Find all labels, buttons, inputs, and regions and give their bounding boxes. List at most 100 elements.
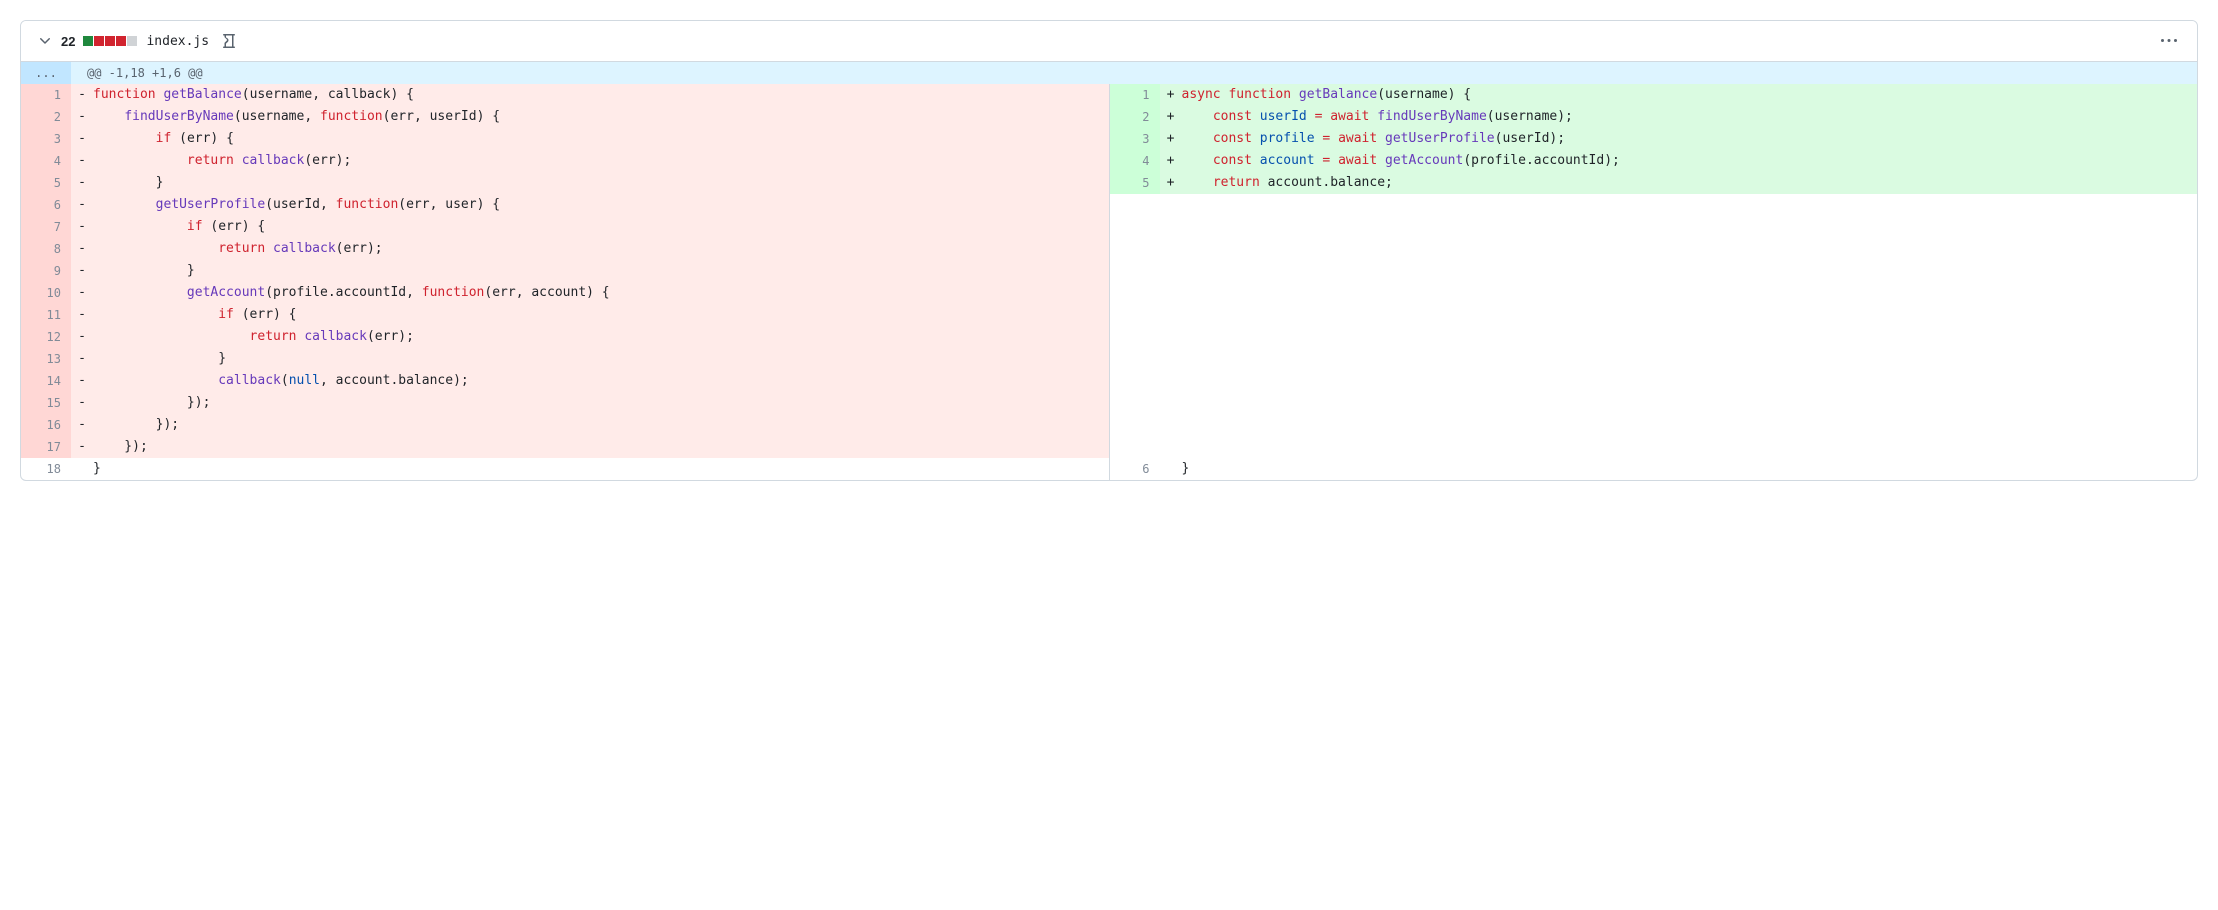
diff-marker: -	[71, 128, 93, 150]
code-content: }	[93, 348, 1109, 370]
diff-line[interactable]: 16- });	[21, 414, 1109, 436]
chevron-down-icon	[37, 33, 53, 49]
clipboard-icon	[221, 33, 237, 49]
diff-line[interactable]	[1110, 414, 2198, 436]
line-number[interactable]	[1110, 282, 1160, 304]
line-number[interactable]: 17	[21, 436, 71, 458]
diff-line[interactable]: 14- callback(null, account.balance);	[21, 370, 1109, 392]
line-number[interactable]: 18	[21, 458, 71, 480]
diff-line[interactable]	[1110, 238, 2198, 260]
diff-file-header: 22 index.js	[21, 21, 2197, 62]
diff-line[interactable]	[1110, 370, 2198, 392]
diff-marker: +	[1160, 106, 1182, 128]
line-number[interactable]: 14	[21, 370, 71, 392]
line-number[interactable]	[1110, 348, 1160, 370]
line-number[interactable]	[1110, 304, 1160, 326]
diff-line[interactable]	[1110, 194, 2198, 216]
diff-line[interactable]: 11- if (err) {	[21, 304, 1109, 326]
line-number[interactable]	[1110, 260, 1160, 282]
diff-marker: -	[71, 304, 93, 326]
diff-marker: -	[71, 326, 93, 348]
line-number[interactable]: 5	[1110, 172, 1160, 194]
line-number[interactable]	[1110, 326, 1160, 348]
diff-line[interactable]: 6 }	[1110, 458, 2198, 480]
diff-line[interactable]: 4+ const account = await getAccount(prof…	[1110, 150, 2198, 172]
diff-line[interactable]: 4- return callback(err);	[21, 150, 1109, 172]
diff-filename[interactable]: index.js	[146, 34, 209, 49]
diff-marker: -	[71, 106, 93, 128]
line-number[interactable]: 1	[21, 84, 71, 106]
line-number[interactable]	[1110, 238, 1160, 260]
line-number[interactable]: 4	[1110, 150, 1160, 172]
diff-line[interactable]: 17- });	[21, 436, 1109, 458]
line-number[interactable]: 3	[1110, 128, 1160, 150]
diff-line[interactable]: 13- }	[21, 348, 1109, 370]
code-content: findUserByName(username, function(err, u…	[93, 106, 1109, 128]
diff-line[interactable]	[1110, 304, 2198, 326]
diff-marker: +	[1160, 172, 1182, 194]
line-number[interactable]: 16	[21, 414, 71, 436]
line-number[interactable]	[1110, 414, 1160, 436]
line-number[interactable]: 11	[21, 304, 71, 326]
diff-line[interactable]: 1+async function getBalance(username) {	[1110, 84, 2198, 106]
line-number[interactable]: 13	[21, 348, 71, 370]
diff-line[interactable]	[1110, 326, 2198, 348]
line-number[interactable]	[1110, 436, 1160, 458]
line-number[interactable]: 2	[1110, 106, 1160, 128]
diff-line[interactable]	[1110, 216, 2198, 238]
line-number[interactable]: 5	[21, 172, 71, 194]
diff-line[interactable]	[1110, 282, 2198, 304]
diff-line[interactable]: 9- }	[21, 260, 1109, 282]
diff-line[interactable]	[1110, 436, 2198, 458]
diff-line[interactable]: 6- getUserProfile(userId, function(err, …	[21, 194, 1109, 216]
code-content: return callback(err);	[93, 150, 1109, 172]
diff-line[interactable]: 1-function getBalance(username, callback…	[21, 84, 1109, 106]
diff-line[interactable]: 7- if (err) {	[21, 216, 1109, 238]
diff-line[interactable]: 2- findUserByName(username, function(err…	[21, 106, 1109, 128]
diff-line[interactable]	[1110, 260, 2198, 282]
diff-line[interactable]	[1110, 392, 2198, 414]
line-number[interactable]: 8	[21, 238, 71, 260]
diff-line[interactable]: 15- });	[21, 392, 1109, 414]
line-number[interactable]: 6	[21, 194, 71, 216]
diff-line[interactable]: 5+ return account.balance;	[1110, 172, 2198, 194]
diffstat-block-red	[94, 36, 104, 46]
diff-line[interactable]	[1110, 348, 2198, 370]
line-number[interactable]: 9	[21, 260, 71, 282]
line-number[interactable]	[1110, 370, 1160, 392]
line-number[interactable]: 1	[1110, 84, 1160, 106]
diff-line[interactable]: 8- return callback(err);	[21, 238, 1109, 260]
line-number[interactable]: 2	[21, 106, 71, 128]
diff-line[interactable]: 3- if (err) {	[21, 128, 1109, 150]
diff-change-count: 22	[61, 34, 75, 49]
diff-line[interactable]: 18 }	[21, 458, 1109, 480]
collapse-toggle[interactable]	[37, 33, 53, 49]
line-number[interactable]	[1110, 392, 1160, 414]
diff-line[interactable]: 3+ const profile = await getUserProfile(…	[1110, 128, 2198, 150]
line-number[interactable]: 12	[21, 326, 71, 348]
line-number[interactable]: 6	[1110, 458, 1160, 480]
line-number[interactable]: 4	[21, 150, 71, 172]
diff-marker: -	[71, 282, 93, 304]
diff-marker: -	[71, 194, 93, 216]
expand-hunk-button[interactable]: ...	[21, 62, 71, 84]
line-number[interactable]	[1110, 216, 1160, 238]
line-number[interactable]: 15	[21, 392, 71, 414]
line-number[interactable]: 3	[21, 128, 71, 150]
code-content: const userId = await findUserByName(user…	[1182, 106, 2198, 128]
diffstat-block-red	[105, 36, 115, 46]
copy-path-button[interactable]	[217, 29, 241, 53]
code-content: getAccount(profile.accountId, function(e…	[93, 282, 1109, 304]
diff-line[interactable]: 12- return callback(err);	[21, 326, 1109, 348]
diff-line[interactable]: 10- getAccount(profile.accountId, functi…	[21, 282, 1109, 304]
code-content: function getBalance(username, callback) …	[93, 84, 1109, 106]
diff-line[interactable]: 2+ const userId = await findUserByName(u…	[1110, 106, 2198, 128]
file-actions-menu[interactable]	[2157, 29, 2181, 53]
diff-body: 1-function getBalance(username, callback…	[21, 84, 2197, 480]
diff-marker: -	[71, 436, 93, 458]
diff-line[interactable]: 5- }	[21, 172, 1109, 194]
line-number[interactable]: 7	[21, 216, 71, 238]
line-number[interactable]	[1110, 194, 1160, 216]
line-number[interactable]: 10	[21, 282, 71, 304]
code-content: return callback(err);	[93, 326, 1109, 348]
